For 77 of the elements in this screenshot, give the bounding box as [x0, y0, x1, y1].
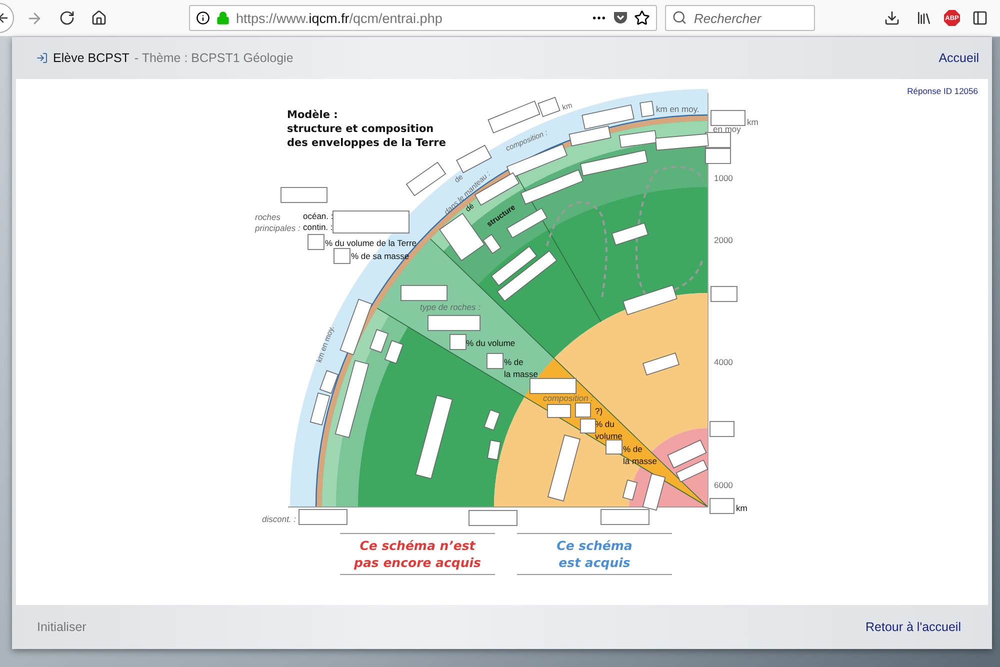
answer-box[interactable] [710, 286, 738, 302]
answer-box[interactable] [580, 418, 596, 434]
diagram-label: ?) [595, 406, 603, 416]
status-option[interactable]: Ce schéma est acquis [517, 533, 672, 575]
answer-box[interactable] [487, 440, 501, 460]
back-home-link[interactable]: Retour à l'accueil [866, 620, 961, 634]
answer-box[interactable] [710, 498, 734, 514]
diagram-label: % du volume de la Terre [325, 238, 417, 248]
diagram-label: 1000 [714, 173, 733, 183]
answer-box[interactable] [334, 248, 350, 264]
info-icon [196, 11, 210, 25]
diagram-label: km [747, 117, 758, 127]
diagram-label: 6000 [714, 480, 733, 490]
theme-label: - Thème : BCPST1 Géologie [134, 51, 294, 65]
bookmark-star-icon[interactable] [634, 10, 650, 26]
answer-box[interactable] [575, 402, 591, 418]
answer-box[interactable] [468, 510, 518, 526]
answer-box[interactable] [710, 110, 746, 126]
answer-box[interactable] [308, 234, 324, 250]
diagram-label: 4000 [714, 357, 733, 367]
answer-box[interactable] [319, 370, 339, 394]
answer-box[interactable] [280, 187, 328, 203]
diagram-label: km [736, 503, 748, 513]
answer-box[interactable] [606, 440, 622, 454]
diagram-label: km en moy. [656, 104, 700, 114]
answer-box[interactable] [332, 210, 410, 234]
address-bar[interactable]: https://www.iqcm.fr/qcm/entrai.php [189, 5, 657, 31]
diagram-label: discont. : [262, 514, 296, 524]
answer-box[interactable] [600, 509, 650, 525]
answer-box[interactable] [450, 334, 466, 350]
diagram-label: océan. : contin. : [303, 211, 334, 232]
answer-box[interactable] [538, 96, 560, 118]
answer-box[interactable] [618, 130, 658, 148]
answer-box[interactable] [547, 404, 571, 418]
home-link[interactable]: Accueil [938, 51, 979, 65]
answer-box[interactable] [676, 460, 708, 482]
reload-icon [59, 10, 75, 26]
answer-box[interactable] [667, 440, 707, 468]
user-name: Elève BCPST [53, 51, 130, 65]
download-icon [884, 10, 900, 26]
diagram-label: roches principales : [255, 212, 300, 233]
diagram-label: % du volume [466, 338, 516, 348]
login-icon [36, 52, 48, 64]
answer-box[interactable] [640, 100, 654, 118]
diagram-label: % du volume [595, 419, 622, 441]
answer-id: Réponse ID 12056 [907, 86, 978, 96]
diagram-label: % de la masse [504, 357, 538, 379]
answer-box[interactable] [428, 315, 480, 331]
answer-box[interactable] [486, 353, 504, 369]
answer-box[interactable] [310, 392, 330, 426]
diagram-label: composition : [543, 393, 594, 403]
diagram-label: 2000 [714, 235, 733, 245]
answer-box[interactable] [400, 285, 448, 301]
answer-box[interactable] [705, 148, 731, 164]
answer-box[interactable] [655, 133, 709, 151]
diagram-title: Modèle : structure et composition des enveloppes de la Terre [287, 109, 446, 149]
pocket-icon[interactable] [613, 11, 628, 25]
answer-box[interactable] [369, 329, 389, 353]
answer-box[interactable] [705, 132, 731, 148]
answer-box[interactable] [710, 421, 734, 437]
library-icon [916, 10, 932, 26]
home-icon [91, 10, 107, 26]
answer-box[interactable] [530, 378, 576, 394]
answer-box[interactable] [568, 126, 612, 146]
diagram-label: type de roches : [420, 302, 480, 312]
diagram-label: en moy [713, 124, 741, 134]
reset-link[interactable]: Initialiser [37, 620, 86, 634]
sidebar-icon [972, 10, 988, 26]
answer-box[interactable] [384, 340, 404, 364]
answer-box[interactable] [582, 104, 634, 130]
url-text: https://www.iqcm.fr/qcm/entrai.php [236, 10, 444, 26]
status-option[interactable]: Ce schéma n’est pas encore acquis [340, 533, 495, 575]
answer-box[interactable] [298, 509, 348, 525]
search-field[interactable]: Rechercher [665, 5, 815, 31]
lock-icon [216, 11, 230, 25]
diagram-label: % de la masse [623, 444, 658, 466]
answer-box[interactable] [622, 480, 638, 500]
